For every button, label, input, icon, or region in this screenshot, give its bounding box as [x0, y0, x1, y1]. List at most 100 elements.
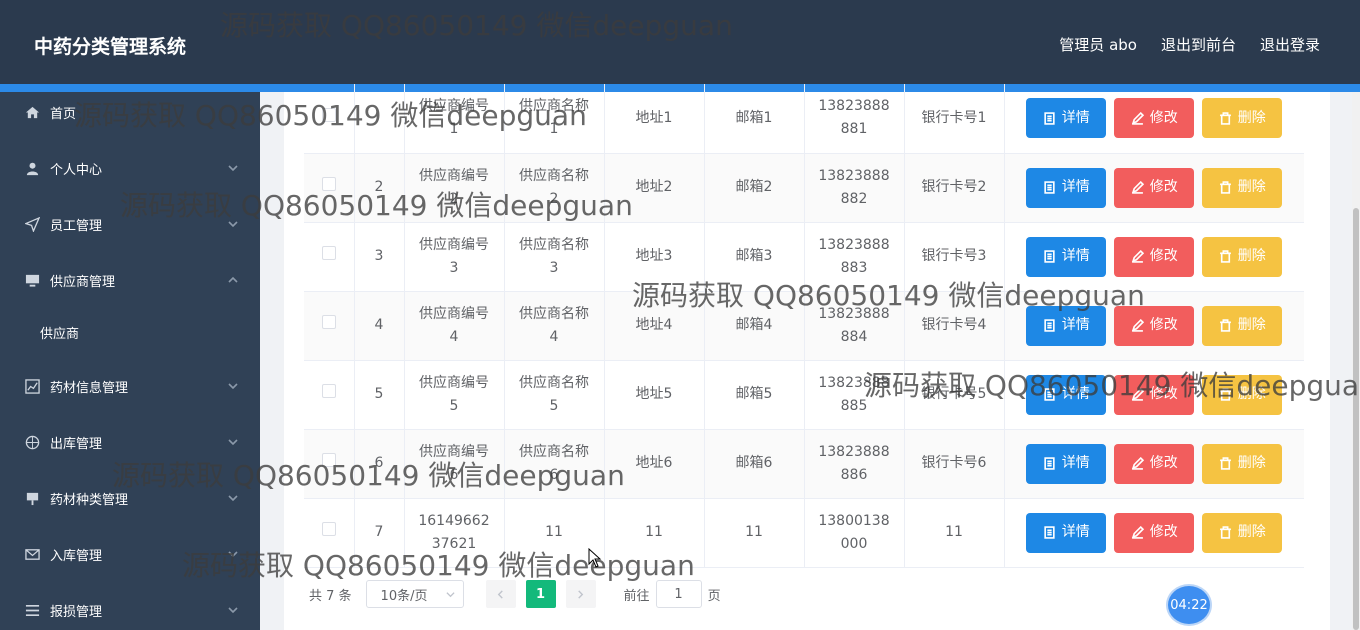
page-scrollbar-thumb[interactable] — [1353, 208, 1359, 630]
trash-icon — [1219, 112, 1231, 125]
detail-button[interactable]: 详情 — [1026, 98, 1107, 139]
delete-button-label: 删除 — [1237, 317, 1266, 333]
sidebar-item-outbound[interactable]: 出库管理 — [0, 422, 260, 462]
sidebar-item-herb-category[interactable]: 药材种类管理 — [0, 478, 260, 518]
supplier-code: 供应商编号 1 — [404, 84, 505, 154]
row-checkbox-cell — [304, 84, 355, 154]
edit-button[interactable]: 修改 — [1114, 512, 1195, 553]
page-size-select[interactable]: 10条/页 — [365, 580, 464, 608]
delete-button-label: 删除 — [1237, 109, 1266, 126]
delete-button-label: 删除 — [1237, 179, 1266, 195]
supplier-email: 邮箱3 — [704, 222, 805, 292]
edit-button[interactable]: 修改 — [1114, 305, 1195, 346]
row-index: 2 — [354, 153, 405, 223]
sidebar-item-staff[interactable]: 员工管理 — [0, 204, 260, 244]
supplier-name: 供应商名称 2 — [504, 153, 605, 223]
supplier-name: 供应商名称 6 — [504, 429, 605, 499]
detail-button[interactable]: 详情 — [1026, 236, 1107, 277]
current-page-button[interactable]: 1 — [525, 580, 556, 608]
pencil-icon — [1131, 526, 1144, 539]
delete-button[interactable]: 删除 — [1202, 305, 1283, 346]
supplier-phone: 13823888 885 — [804, 360, 905, 430]
sidebar-item-herb-info[interactable]: 药材信息管理 — [0, 366, 260, 406]
sidebar-item-supplier-mgmt[interactable]: 供应商管理 — [0, 260, 260, 300]
sidebar-item-label: 个人中心 — [50, 162, 103, 178]
edit-button[interactable]: 修改 — [1114, 167, 1195, 208]
detail-button-label: 详情 — [1061, 386, 1090, 402]
delete-button[interactable]: 删除 — [1202, 512, 1283, 553]
delete-button[interactable]: 删除 — [1202, 443, 1283, 484]
detail-button[interactable]: 详情 — [1026, 305, 1107, 346]
supplier-name: 供应商名称 4 — [504, 291, 605, 361]
send-icon — [24, 216, 40, 232]
exit-to-frontend-link[interactable]: 退出到前台 — [1161, 34, 1236, 55]
sidebar-item-label: 药材种类管理 — [50, 492, 129, 508]
supplier-bank-card: 银行卡号6 — [904, 429, 1005, 499]
row-checkbox[interactable] — [321, 522, 336, 536]
chevron-down-icon — [228, 162, 238, 172]
detail-button[interactable]: 详情 — [1026, 443, 1107, 484]
sidebar-item-supplier[interactable]: 供应商 — [0, 312, 260, 352]
home-icon — [24, 104, 40, 120]
supplier-address: 地址6 — [604, 429, 705, 499]
supplier-code: 供应商编号 6 — [404, 429, 505, 499]
row-actions: 详情 修改 删除 — [1004, 84, 1304, 154]
page-size-value: 10条/页 — [380, 588, 428, 604]
chevron-left-icon — [497, 589, 503, 599]
sidebar-item-profile[interactable]: 个人中心 — [0, 148, 260, 188]
detail-button-label: 详情 — [1061, 524, 1090, 540]
recording-timer[interactable]: 04:22 — [1166, 584, 1212, 626]
chevron-down-icon — [228, 380, 238, 390]
sidebar-item-damage[interactable]: 报损管理 — [0, 590, 260, 630]
supplier-name: 供应商名称 3 — [504, 222, 605, 292]
chevron-down-icon — [445, 592, 455, 598]
prev-page-button[interactable] — [485, 580, 516, 608]
pencil-icon — [1131, 319, 1144, 332]
delete-button[interactable]: 删除 — [1202, 167, 1283, 208]
row-checkbox[interactable] — [321, 384, 336, 398]
edit-button[interactable]: 修改 — [1114, 98, 1195, 139]
logout-link[interactable]: 退出登录 — [1260, 34, 1320, 55]
edit-button[interactable]: 修改 — [1114, 236, 1195, 277]
row-checkbox[interactable] — [321, 315, 336, 329]
supplier-email: 邮箱1 — [704, 84, 805, 154]
list-icon — [24, 602, 40, 618]
detail-button[interactable]: 详情 — [1026, 374, 1107, 415]
detail-button[interactable]: 详情 — [1026, 167, 1107, 208]
admin-user-link[interactable]: 管理员 abo — [1059, 34, 1137, 55]
delete-button[interactable]: 删除 — [1202, 98, 1283, 139]
supplier-bank-card: 11 — [904, 498, 1005, 568]
app-title: 中药分类管理系统 — [34, 36, 187, 58]
supplier-email: 邮箱6 — [704, 429, 805, 499]
row-checkbox-cell — [304, 291, 355, 361]
goto-page-input[interactable]: 1 — [655, 580, 702, 608]
row-actions: 详情 修改 删除 — [1004, 429, 1304, 499]
row-checkbox[interactable] — [321, 177, 336, 191]
sidebar-item-label: 药材信息管理 — [50, 380, 129, 396]
supplier-bank-card: 银行卡号1 — [904, 84, 1005, 154]
sidebar-item-inbound[interactable]: 入库管理 — [0, 534, 260, 574]
next-page-button[interactable] — [565, 580, 596, 608]
delete-button[interactable]: 删除 — [1202, 374, 1283, 415]
monitor-icon — [24, 272, 40, 288]
edit-button-label: 修改 — [1149, 386, 1178, 402]
page-suffix-label: 页 — [707, 588, 721, 604]
trash-icon — [1219, 526, 1231, 539]
chevron-down-icon — [228, 548, 238, 558]
row-actions: 详情 修改 删除 — [1004, 498, 1304, 568]
row-checkbox[interactable] — [321, 107, 336, 122]
supplier-phone: 13823888 882 — [804, 153, 905, 223]
row-checkbox[interactable] — [321, 246, 336, 260]
row-checkbox[interactable] — [321, 453, 336, 467]
delete-button[interactable]: 删除 — [1202, 236, 1283, 277]
row-checkbox-cell — [304, 429, 355, 499]
trash-icon — [1219, 250, 1231, 263]
edit-button[interactable]: 修改 — [1114, 374, 1195, 415]
edit-button[interactable]: 修改 — [1114, 443, 1195, 484]
pencil-icon — [1131, 111, 1144, 125]
edit-button-label: 修改 — [1149, 109, 1178, 126]
chevron-down-icon — [228, 436, 238, 446]
supplier-phone: 13800138 000 — [804, 498, 905, 568]
sidebar-item-home[interactable]: 首页 — [0, 92, 260, 132]
detail-button[interactable]: 详情 — [1026, 512, 1107, 553]
